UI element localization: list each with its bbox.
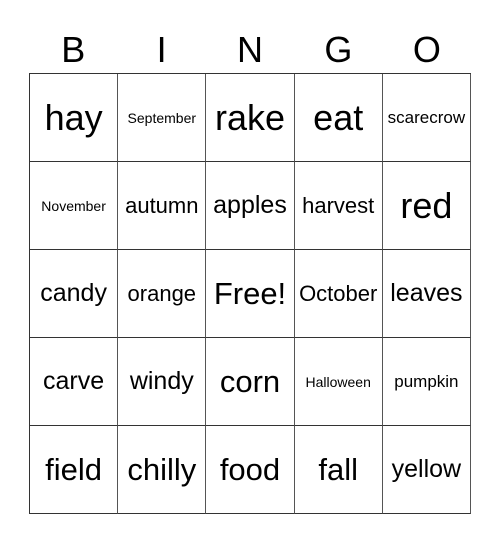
bingo-cell: yellow: [382, 426, 471, 514]
header-letter-b: B: [61, 29, 86, 70]
bingo-cell: windy: [118, 338, 207, 426]
bingo-cell: October: [294, 250, 383, 338]
bingo-cell: red: [382, 162, 471, 250]
bingo-board: hay September rake eat scarecrow Novembe…: [29, 73, 471, 514]
bingo-cell: autumn: [118, 162, 207, 250]
bingo-cell: rake: [206, 74, 295, 162]
bingo-cell: September: [118, 74, 207, 162]
header-letter-o: O: [412, 29, 441, 70]
bingo-header: B I N G O: [29, 28, 471, 72]
bingo-cell: chilly: [118, 426, 207, 514]
bingo-cell: carve: [30, 338, 119, 426]
bingo-cell: fall: [294, 426, 383, 514]
bingo-cell: scarecrow: [382, 74, 471, 162]
bingo-cell: food: [206, 426, 295, 514]
bingo-cell: harvest: [294, 162, 383, 250]
bingo-cell: leaves: [382, 250, 471, 338]
bingo-cell: corn: [206, 338, 295, 426]
bingo-cell: eat: [294, 74, 383, 162]
bingo-cell: November: [30, 162, 119, 250]
free-space-cell: Free!: [206, 250, 295, 338]
bingo-cell: field: [30, 426, 119, 514]
bingo-cell: hay: [30, 74, 119, 162]
bingo-cell: candy: [30, 250, 119, 338]
header-letter-i: I: [156, 29, 167, 70]
header-letter-g: G: [324, 29, 353, 70]
header-letter-n: N: [237, 29, 264, 70]
bingo-cell: apples: [206, 162, 295, 250]
bingo-cell: orange: [118, 250, 207, 338]
bingo-cell: Halloween: [294, 338, 383, 426]
bingo-cell: pumpkin: [382, 338, 471, 426]
